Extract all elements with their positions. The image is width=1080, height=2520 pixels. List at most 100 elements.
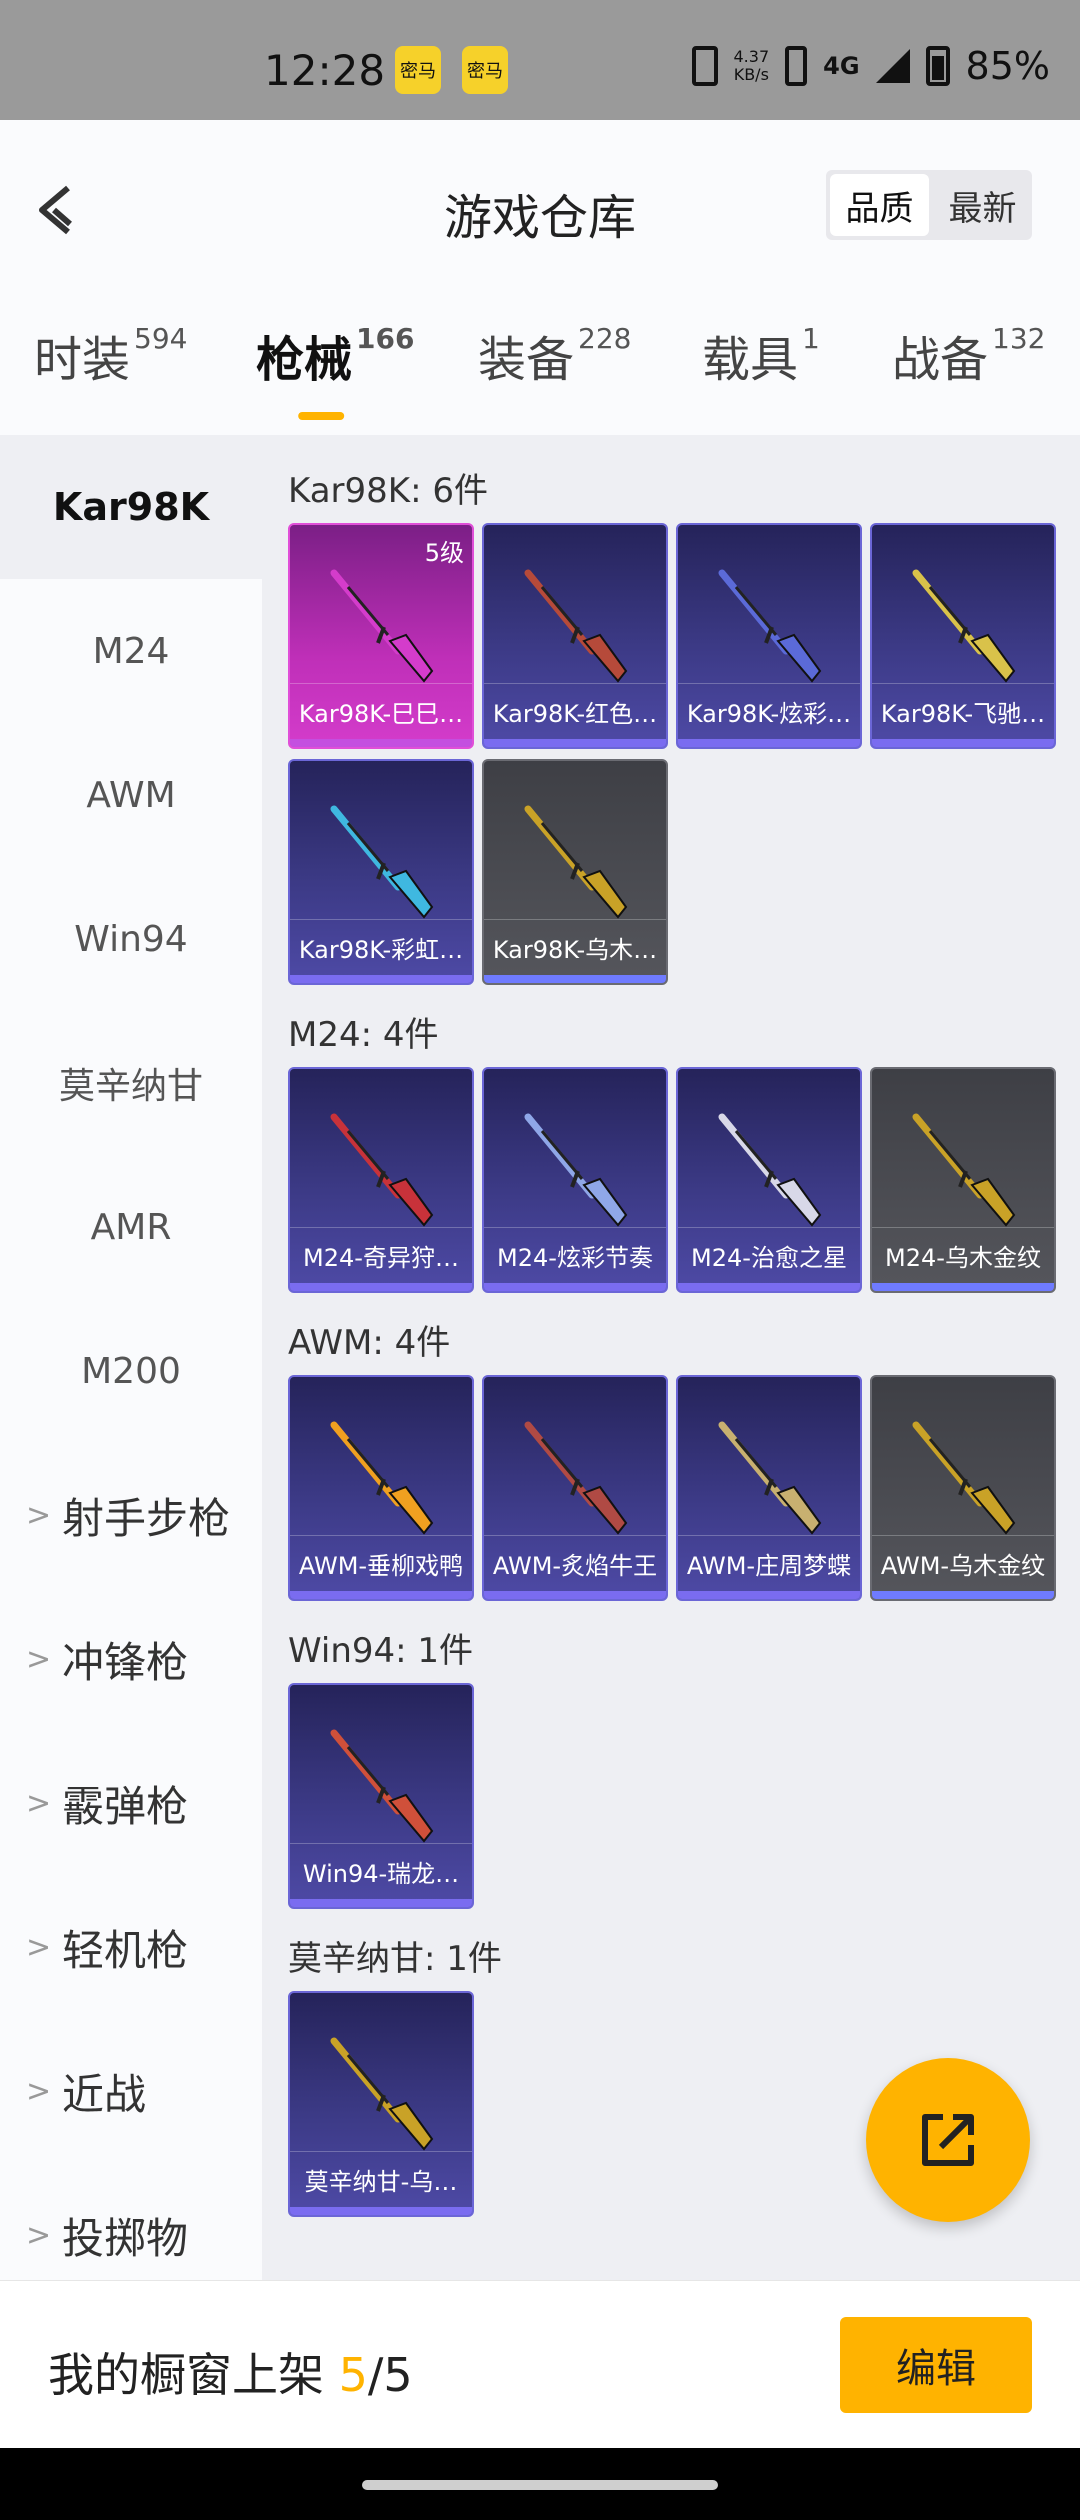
network-type: 4G	[823, 52, 860, 80]
weapon-sidebar: Kar98K M24 AWM Win94 莫辛纳甘 AMR M200 > 射手步枪…	[0, 435, 262, 2280]
tab-costume[interactable]: 时装 594	[34, 320, 187, 390]
sidebar-item-win94[interactable]: Win94	[0, 867, 262, 1011]
weapon-skin-card[interactable]: M24-乌木金纹	[870, 1067, 1056, 1293]
weapon-skin-card[interactable]: AWM-炙焰牛王	[482, 1375, 668, 1601]
card-label: Kar98K-乌木…	[484, 919, 666, 975]
rarity-bar	[484, 975, 666, 983]
tab-count: 594	[134, 322, 188, 355]
rarity-bar	[290, 2207, 472, 2215]
showcase-status: 我的橱窗上架 5/5	[48, 2339, 413, 2405]
tab-count: 166	[356, 322, 415, 355]
weapon-skin-card[interactable]: M24-奇异狩…	[288, 1067, 474, 1293]
rarity-bar	[290, 1591, 472, 1599]
home-indicator[interactable]	[362, 2480, 718, 2490]
tab-equipment[interactable]: 装备 228	[478, 320, 631, 390]
category-tabs: 时装 594 枪械 166 装备 228 载具 1 战备 132	[0, 290, 1080, 435]
category-label: 投掷物	[62, 2213, 189, 2263]
status-time: 12:28	[264, 46, 386, 95]
weapon-skin-card[interactable]: Win94-瑞龙…	[288, 1683, 474, 1909]
weapon-skin-card[interactable]: Kar98K-飞驰…	[870, 523, 1056, 749]
weapon-skin-card[interactable]: AWM-乌木金纹	[870, 1375, 1056, 1601]
chevron-right-icon: >	[26, 1497, 52, 1533]
rifle-icon	[524, 805, 628, 919]
sidebar-category-melee[interactable]: > 近战	[0, 2019, 262, 2163]
sort-newest-button[interactable]: 最新	[933, 170, 1032, 240]
showcase-count: 5	[338, 2348, 368, 2402]
sidebar-item-m24[interactable]: M24	[0, 579, 262, 723]
category-label: 射手步枪	[62, 1493, 231, 1543]
header: 游戏仓库 品质 最新	[0, 120, 1080, 290]
tab-count: 132	[992, 322, 1046, 355]
rarity-bar	[678, 1591, 860, 1599]
card-label: Kar98K-炫彩…	[678, 683, 860, 739]
weapon-skin-card[interactable]: M24-炫彩节奏	[482, 1067, 668, 1293]
net-speed-unit: KB/s	[733, 65, 769, 84]
card-label: Kar98K-红色…	[484, 683, 666, 739]
weapon-skin-card[interactable]: Kar98K-红色…	[482, 523, 668, 749]
card-label: AWM-炙焰牛王	[484, 1535, 666, 1591]
sort-toggle: 品质 最新	[826, 170, 1032, 240]
sidebar-item-kar98k[interactable]: Kar98K	[0, 435, 262, 579]
sort-quality-button[interactable]: 品质	[830, 174, 929, 236]
rarity-bar	[484, 1591, 666, 1599]
weapon-skin-card[interactable]: 莫辛纳甘-乌…	[288, 1991, 474, 2217]
rifle-icon	[524, 1421, 628, 1535]
section-title: M24: 4件	[288, 1015, 439, 1055]
vibrate-icon	[691, 46, 718, 86]
category-label: 近战	[62, 2069, 147, 2119]
sidebar-item-m200[interactable]: M200	[0, 1299, 262, 1443]
sidebar-category-lmg[interactable]: > 轻机枪	[0, 1875, 262, 2019]
sidebar-category-dmr[interactable]: > 射手步枪	[0, 1443, 262, 1587]
card-label: Kar98K-飞驰…	[872, 683, 1054, 739]
weapon-skin-card[interactable]: Kar98K-炫彩…	[676, 523, 862, 749]
card-label: 莫辛纳甘-乌…	[290, 2151, 472, 2207]
net-speed-value: 4.37	[733, 47, 770, 66]
sidebar-item-amr[interactable]: AMR	[0, 1155, 262, 1299]
sidebar-item-mosin[interactable]: 莫辛纳甘	[0, 1011, 262, 1155]
battery-icon	[925, 46, 950, 86]
tab-count: 228	[578, 322, 632, 355]
tab-supplies[interactable]: 战备 132	[892, 320, 1045, 390]
weapon-skin-card[interactable]: AWM-垂柳戏鸭	[288, 1375, 474, 1601]
chevron-right-icon: >	[26, 2073, 52, 2109]
sidebar-category-shotgun[interactable]: > 霰弹枪	[0, 1731, 262, 1875]
app-badge-icon: 密马	[462, 46, 508, 94]
section-title: 莫辛纳甘: 1件	[288, 1939, 502, 1979]
weapon-skin-card[interactable]: 5级 Kar98K-巳巳…	[288, 523, 474, 749]
section-title: AWM: 4件	[288, 1323, 451, 1363]
weapon-skin-card[interactable]: Kar98K-彩虹…	[288, 759, 474, 985]
tab-firearms[interactable]: 枪械 166	[256, 320, 414, 390]
nfc-icon	[785, 46, 808, 86]
app-badge-icon: 密马	[395, 46, 441, 94]
share-export-button[interactable]	[866, 2058, 1030, 2222]
rarity-bar	[872, 1591, 1054, 1599]
signal-icon	[875, 49, 910, 83]
tab-vehicles[interactable]: 载具 1	[702, 320, 820, 390]
sidebar-item-awm[interactable]: AWM	[0, 723, 262, 867]
weapon-skin-card[interactable]: M24-治愈之星	[676, 1067, 862, 1293]
rarity-bar	[290, 739, 472, 747]
card-label: AWM-乌木金纹	[872, 1535, 1054, 1591]
section-title: Win94: 1件	[288, 1631, 474, 1671]
rarity-bar	[678, 739, 860, 747]
weapon-skin-card[interactable]: Kar98K-乌木…	[482, 759, 668, 985]
rifle-icon	[330, 2037, 434, 2151]
system-nav-bar	[0, 2448, 1080, 2520]
sidebar-category-smg[interactable]: > 冲锋枪	[0, 1587, 262, 1731]
tab-label: 装备	[478, 332, 575, 388]
chevron-right-icon: >	[26, 2217, 52, 2253]
tab-label: 载具	[702, 332, 799, 388]
chevron-right-icon: >	[26, 1785, 52, 1821]
rarity-bar	[678, 1283, 860, 1291]
rifle-icon	[330, 805, 434, 919]
rifle-icon	[330, 569, 434, 683]
weapon-skin-card[interactable]: AWM-庄周梦蝶	[676, 1375, 862, 1601]
category-label: 霰弹枪	[62, 1781, 189, 1831]
rifle-icon	[330, 1113, 434, 1227]
edit-button[interactable]: 编辑	[840, 2317, 1032, 2413]
rifle-icon	[524, 569, 628, 683]
rarity-bar	[290, 1283, 472, 1291]
rifle-icon	[330, 1421, 434, 1535]
tab-label: 时装	[34, 332, 131, 388]
rifle-icon	[718, 569, 822, 683]
